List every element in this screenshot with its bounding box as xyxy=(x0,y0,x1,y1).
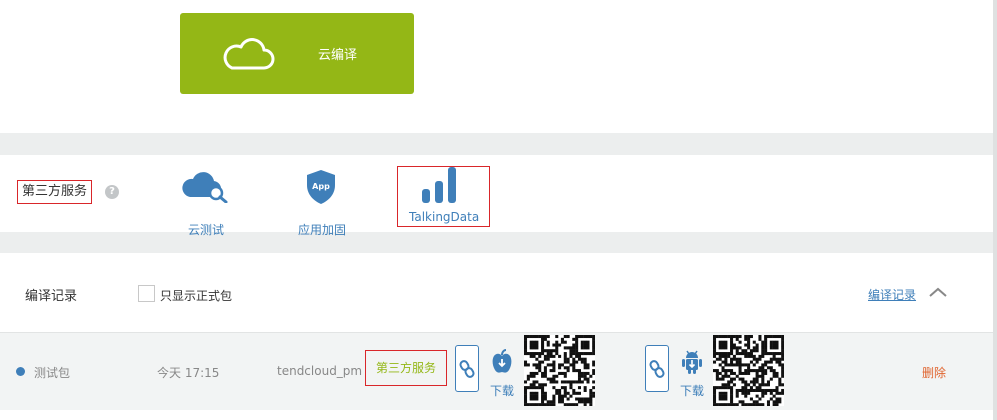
bar-chart-icon xyxy=(422,167,456,203)
ios-qr-code xyxy=(524,335,595,406)
android-download-icon xyxy=(682,350,702,374)
cloud-icon xyxy=(223,38,275,70)
service-talkingdata[interactable]: TalkingData xyxy=(397,166,490,227)
service-label: TalkingData xyxy=(409,210,480,224)
android-qr-code xyxy=(713,335,784,406)
apple-download-icon xyxy=(492,349,512,373)
download-label: 下载 xyxy=(680,384,705,398)
build-time: 今天 17:15 xyxy=(157,366,220,380)
download-label: 下载 xyxy=(490,384,515,398)
link-icon xyxy=(649,360,665,378)
service-label: 应用加固 xyxy=(298,223,347,237)
app-badge: App xyxy=(312,182,330,191)
third-party-panel: 第三方服务 ? 云测试 App 应用加固 TalkingData xyxy=(0,155,993,237)
help-icon[interactable]: ? xyxy=(105,185,119,199)
chevron-up-icon[interactable] xyxy=(928,287,948,297)
service-cloud-test[interactable]: 云测试 xyxy=(176,167,236,237)
app-shield-icon: App xyxy=(307,170,335,204)
cloud-compile-label: 云编译 xyxy=(318,48,358,63)
android-download-button[interactable]: 下载 xyxy=(677,347,707,398)
ios-download-button[interactable]: 下载 xyxy=(487,347,517,398)
ios-link-button[interactable] xyxy=(455,345,479,392)
service-app-harden[interactable]: App 应用加固 xyxy=(292,167,356,237)
records-link[interactable]: 编译记录 xyxy=(868,286,916,303)
official-only-label[interactable]: 只显示正式包 xyxy=(160,287,232,304)
third-party-title: 第三方服务 xyxy=(17,180,93,204)
third-party-button[interactable]: 第三方服务 xyxy=(365,350,447,386)
cloud-search-icon xyxy=(182,172,228,203)
table-row: 测试包 今天 17:15 tendcloud_pm 第三方服务 下载 下载 删除 xyxy=(0,332,993,410)
android-link-button[interactable] xyxy=(645,345,669,392)
records-title: 编译记录 xyxy=(25,289,78,304)
link-icon xyxy=(459,360,475,378)
compile-records-panel: 编译记录 只显示正式包 编译记录 测试包 今天 17:15 tendcloud_… xyxy=(0,253,993,420)
package-name: 测试包 xyxy=(34,366,71,380)
status-dot xyxy=(16,367,25,376)
official-only-checkbox[interactable] xyxy=(138,285,155,302)
scrollbar-edge xyxy=(993,0,997,420)
cloud-compile-button[interactable]: 云编译 xyxy=(180,13,414,94)
cloud-compile-panel: 云编译 xyxy=(0,0,993,133)
account-name: tendcloud_pm xyxy=(277,364,363,378)
service-label: 云测试 xyxy=(188,223,225,237)
delete-button[interactable]: 删除 xyxy=(922,364,946,381)
